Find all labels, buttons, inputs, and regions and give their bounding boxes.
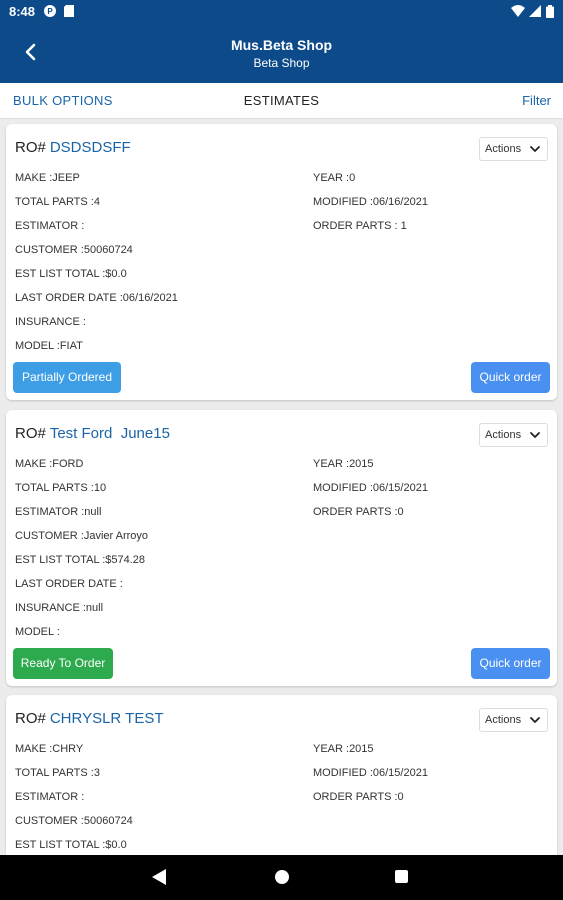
modified-field: MODIFIED :06/15/2021	[313, 767, 428, 779]
filter-button[interactable]: Filter	[522, 93, 551, 108]
signal-icon	[529, 5, 541, 20]
app-title: Mus.Beta Shop	[230, 37, 333, 53]
sd-card-icon	[64, 5, 74, 20]
estimate-card[interactable]: RO# CHRYSLR TEST Actions MAKE :CHRY YEAR …	[6, 695, 557, 870]
actions-label: Actions	[485, 143, 522, 155]
estimator-field: ESTIMATOR :null	[15, 506, 102, 518]
actions-dropdown[interactable]: Actions	[479, 137, 548, 161]
est-list-total-field: EST LIST TOTAL :$574.28	[15, 554, 146, 566]
make-field: MAKE :FORD	[15, 458, 84, 470]
wifi-icon	[511, 5, 525, 20]
estimate-card[interactable]: RO# Test Ford June15 Actions MAKE :FORD Y…	[6, 410, 557, 686]
year-field: YEAR :2015	[313, 458, 374, 470]
last-order-date-field: LAST ORDER DATE :	[15, 578, 123, 590]
est-list-total-field: EST LIST TOTAL :$0.0	[15, 268, 127, 280]
quick-order-button[interactable]: Quick order	[471, 648, 550, 679]
chevron-down-icon	[530, 146, 540, 152]
make-field: MAKE :CHRY	[15, 743, 84, 755]
total-parts-field: TOTAL PARTS :4	[15, 196, 100, 208]
modified-field: MODIFIED :06/16/2021	[313, 196, 428, 208]
ro-title: RO# Test Ford June15	[15, 425, 170, 442]
ro-number: DSDSDSFF	[49, 139, 131, 156]
actions-dropdown[interactable]: Actions	[479, 423, 548, 447]
ro-label: RO#	[15, 139, 46, 156]
status-bar: 8:48 P	[0, 0, 563, 24]
make-field: MAKE :JEEP	[15, 172, 80, 184]
notification-icon: P	[44, 5, 56, 20]
est-list-total-field: EST LIST TOTAL :$0.0	[15, 839, 127, 851]
year-field: YEAR :2015	[313, 743, 374, 755]
app-bar: Mus.Beta Shop Beta Shop	[0, 24, 563, 83]
actions-label: Actions	[485, 429, 522, 441]
ro-title: RO# CHRYSLR TEST	[15, 710, 164, 727]
ro-label: RO#	[15, 710, 46, 727]
estimate-card[interactable]: RO# DSDSDSFF Actions MAKE :JEEP YEAR :0 T…	[6, 124, 557, 400]
order-parts-field: ORDER PARTS :0	[313, 791, 404, 803]
customer-field: CUSTOMER :50060724	[15, 815, 133, 827]
model-field: MODEL :FIAT	[15, 340, 83, 352]
nav-back-icon[interactable]	[152, 869, 166, 885]
insurance-field: INSURANCE :null	[15, 602, 104, 614]
estimator-field: ESTIMATOR :	[15, 220, 85, 232]
customer-field: CUSTOMER :50060724	[15, 244, 133, 256]
order-parts-field: ORDER PARTS :0	[313, 506, 404, 518]
total-parts-field: TOTAL PARTS :3	[15, 767, 100, 779]
order-parts-field: ORDER PARTS : 1	[313, 220, 407, 232]
quick-order-button[interactable]: Quick order	[471, 362, 550, 393]
year-field: YEAR :0	[313, 172, 356, 184]
nav-home-icon[interactable]	[275, 870, 289, 884]
customer-field: CUSTOMER :Javier Arroyo	[15, 530, 149, 542]
chevron-down-icon	[530, 717, 540, 723]
svg-text:P: P	[47, 7, 53, 16]
status-button[interactable]: Ready To Order	[13, 648, 113, 679]
last-order-date-field: LAST ORDER DATE :06/16/2021	[15, 292, 178, 304]
system-nav-bar	[0, 855, 563, 900]
battery-icon	[546, 5, 554, 21]
nav-recents-icon[interactable]	[395, 870, 408, 883]
status-button[interactable]: Partially Ordered	[13, 362, 121, 393]
options-bar: BULK OPTIONS ESTIMATES Filter	[0, 83, 563, 119]
status-time: 8:48	[9, 4, 36, 19]
actions-label: Actions	[485, 714, 522, 726]
modified-field: MODIFIED :06/15/2021	[313, 482, 428, 494]
insurance-field: INSURANCE :	[15, 316, 86, 328]
model-field: MODEL :	[15, 626, 60, 638]
total-parts-field: TOTAL PARTS :10	[15, 482, 107, 494]
actions-dropdown[interactable]: Actions	[479, 708, 548, 732]
chevron-down-icon	[530, 432, 540, 438]
app-subtitle: Beta Shop	[253, 56, 310, 70]
bulk-options-button[interactable]: BULK OPTIONS	[13, 93, 113, 108]
estimator-field: ESTIMATOR :	[15, 791, 85, 803]
ro-number: CHRYSLR TEST	[49, 710, 164, 727]
ro-label: RO#	[15, 425, 46, 442]
ro-number: Test Ford June15	[49, 425, 170, 442]
ro-title: RO# DSDSDSFF	[15, 139, 131, 156]
